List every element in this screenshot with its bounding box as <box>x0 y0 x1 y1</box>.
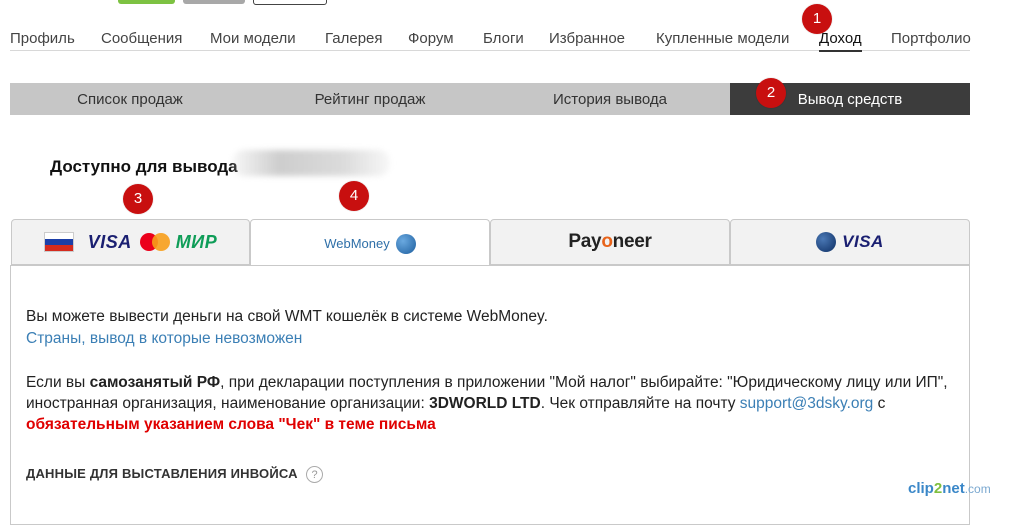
wm-d: .com <box>964 482 991 496</box>
info-text-c: . Чек отправляйте на почту <box>540 395 740 412</box>
payment-tab-visa-international[interactable]: VISA <box>730 219 970 265</box>
wm-b: 2 <box>933 480 943 497</box>
nav-item-gallery[interactable]: Галерея <box>325 30 383 47</box>
russia-flag-icon <box>43 232 74 252</box>
nav-item-purchased-models[interactable]: Купленные модели <box>656 30 789 47</box>
top-button-outline[interactable] <box>253 0 327 5</box>
nav-item-messages[interactable]: Сообщения <box>101 30 182 47</box>
income-subtabs: Список продаж Рейтинг продаж История выв… <box>10 83 970 115</box>
help-icon[interactable]: ? <box>306 466 323 483</box>
nav-item-favorites[interactable]: Избранное <box>549 30 625 47</box>
step-badge-2: 2 <box>756 78 786 108</box>
top-button-gray[interactable] <box>183 0 245 4</box>
payoneer-part-a: Pay <box>568 231 602 252</box>
step-badge-4: 4 <box>339 181 369 211</box>
visa-intl-logo: VISA <box>842 232 884 251</box>
info-text-d: с <box>873 395 886 412</box>
nav-item-forum[interactable]: Форум <box>408 30 454 47</box>
globe-icon <box>816 232 837 252</box>
blurred-amount <box>232 150 390 176</box>
nav-item-my-models[interactable]: Мои модели <box>210 30 296 47</box>
top-button-green[interactable] <box>118 0 175 4</box>
nav-item-portfolio[interactable]: Портфолио <box>891 30 971 47</box>
invoice-data-heading: ДАННЫЕ ДЛЯ ВЫСТАВЛЕНИЯ ИНВОЙСА <box>26 466 298 481</box>
payoneer-logo: Payoneer <box>568 231 651 253</box>
countries-link-wrap: Страны, вывод в которые невозможен <box>26 330 302 348</box>
payoneer-part-o: o <box>601 231 613 252</box>
blocked-countries-link[interactable]: Страны, вывод в которые невозможен <box>26 330 302 347</box>
info-bold-self-employed: самозанятый РФ <box>89 374 221 391</box>
wm-a: clip <box>908 480 934 497</box>
tab-withdraw-history[interactable]: История вывода <box>490 83 730 115</box>
webmoney-label: WebMoney <box>324 236 390 251</box>
step-badge-3: 3 <box>123 184 153 214</box>
info-text-a: Если вы <box>26 374 90 391</box>
nav-item-profile[interactable]: Профиль <box>10 30 75 47</box>
step-badge-1: 1 <box>802 4 832 34</box>
payoneer-part-b: neer <box>612 231 652 252</box>
watermark: clip2net.com <box>908 480 991 497</box>
payment-tab-webmoney[interactable]: WebMoney <box>250 219 490 267</box>
support-email-link[interactable]: support@3dsky.org <box>740 395 873 412</box>
webmoney-globe-icon <box>395 233 416 254</box>
payment-tab-russian-cards[interactable]: VISA МИР <box>11 219 250 265</box>
tab-sales-list[interactable]: Список продаж <box>10 83 250 115</box>
tab-sales-rating[interactable]: Рейтинг продаж <box>250 83 490 115</box>
info-bold-company: 3DWORLD LTD <box>429 395 541 412</box>
available-label: Доступно для вывода <box>50 157 238 176</box>
wm-c: net <box>942 480 965 497</box>
visa-logo: VISA <box>87 231 132 252</box>
nav-item-income[interactable]: Доход <box>819 30 862 52</box>
main-nav: Профиль Сообщения Мои модели Галерея Фор… <box>10 28 971 52</box>
payment-tab-payoneer[interactable]: Payoneer <box>490 219 730 265</box>
self-employed-info: Если вы самозанятый РФ, при декларации п… <box>26 372 966 435</box>
nav-item-blogs[interactable]: Блоги <box>483 30 524 47</box>
mir-logo: МИР <box>175 231 218 252</box>
webmoney-description: Вы можете вывести деньги на свой WMT кош… <box>26 308 548 325</box>
info-red-warning: обязательным указанием слова "Чек" в тем… <box>26 416 436 433</box>
mastercard-icon <box>139 233 170 251</box>
